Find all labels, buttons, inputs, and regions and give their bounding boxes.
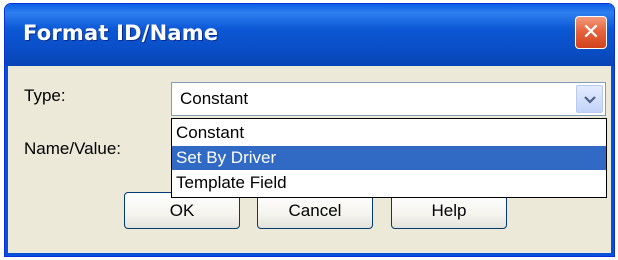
- dropdown-option-set-by-driver[interactable]: Set By Driver: [172, 146, 606, 170]
- dialog-title: Format ID/Name: [23, 21, 219, 45]
- type-select[interactable]: Constant: [171, 82, 606, 116]
- close-icon: ✕: [581, 20, 601, 45]
- chevron-down-icon: [583, 92, 596, 107]
- window-frame-bottom: [5, 253, 614, 256]
- type-select-dropdown-button[interactable]: [576, 85, 603, 113]
- title-bar[interactable]: Format ID/Name ✕: [5, 4, 614, 66]
- dropdown-option-template-field[interactable]: Template Field: [172, 171, 606, 195]
- close-button[interactable]: ✕: [575, 16, 607, 49]
- dropdown-option-constant[interactable]: Constant: [172, 121, 606, 145]
- type-label: Type:: [24, 86, 66, 105]
- window-frame-right: [611, 66, 614, 256]
- window-frame-left: [5, 66, 8, 256]
- type-select-value: Constant: [180, 89, 249, 108]
- type-dropdown-list[interactable]: Constant Set By Driver Template Field: [171, 118, 607, 198]
- name-value-label: Name/Value:: [24, 139, 122, 158]
